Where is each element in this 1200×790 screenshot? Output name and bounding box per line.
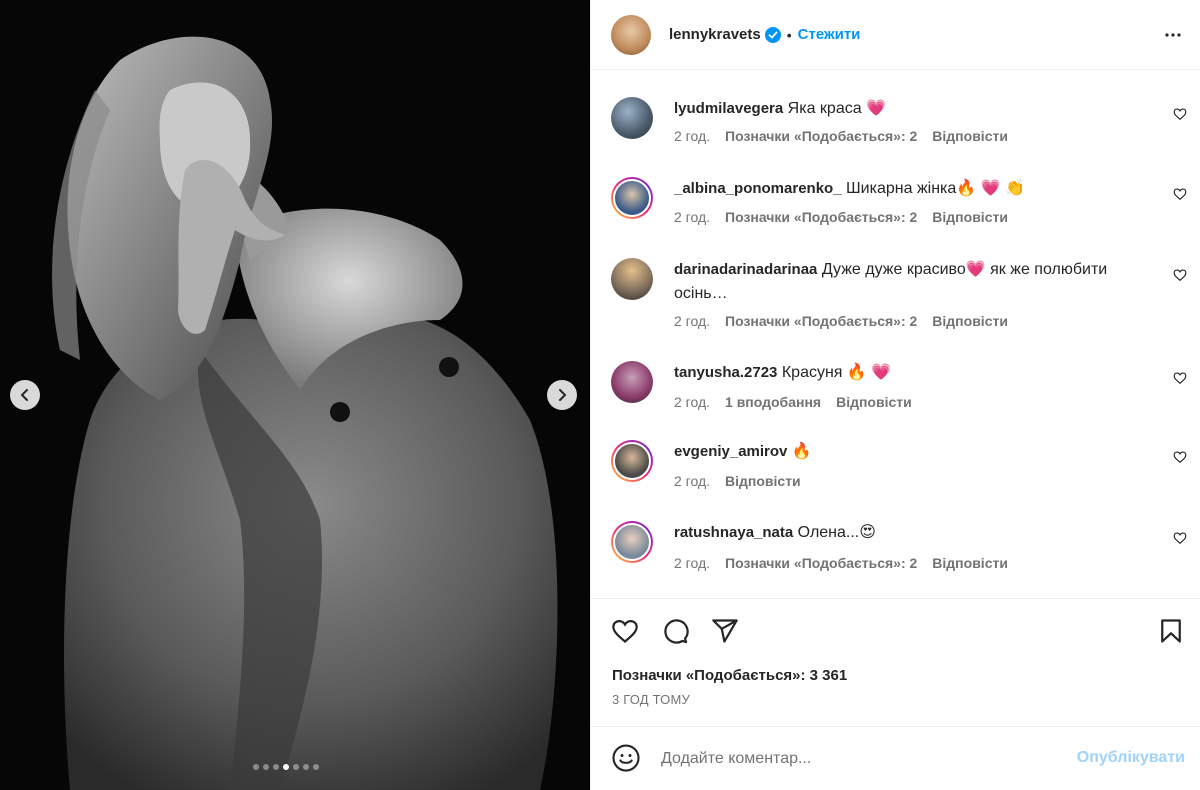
heart-icon[interactable] — [1173, 371, 1187, 390]
avatar[interactable] — [611, 14, 651, 55]
avatar[interactable] — [611, 177, 653, 219]
heart-icon[interactable] — [1173, 450, 1187, 469]
bookmark-icon[interactable] — [1157, 617, 1185, 650]
heart-icon[interactable] — [611, 617, 639, 650]
comment-username[interactable]: evgeniy_amirov — [674, 443, 787, 460]
comment-text-row: darinadarinadarinaa Дуже дуже красиво💗 я… — [674, 258, 1154, 306]
carousel-dot — [313, 764, 319, 770]
comment-username[interactable]: tanyusha.2723 — [674, 364, 777, 381]
list-item: ratushnaya_nata Олена...😍 2 год. Позначк… — [591, 521, 1200, 591]
comment-likes[interactable]: Позначки «Подобається»: 2 — [725, 128, 917, 144]
comment-likes[interactable]: Позначки «Подобається»: 2 — [725, 209, 917, 225]
comment-time: 2 год. — [674, 209, 711, 225]
comment-likes[interactable]: Позначки «Подобається»: 2 — [725, 555, 917, 571]
comment-input[interactable] — [659, 745, 1063, 773]
avatar[interactable] — [611, 440, 653, 482]
carousel-dot — [303, 764, 309, 770]
carousel-indicator — [253, 764, 319, 770]
post-comment-button[interactable]: Опублікувати — [1077, 749, 1185, 767]
comment-username[interactable]: darinadarinadarinaa — [674, 261, 817, 278]
list-item: evgeniy_amirov 🔥 2 год. Відповісти — [591, 440, 1200, 510]
comment-meta: 2 год. Відповісти — [674, 473, 801, 489]
reply-button[interactable]: Відповісти — [932, 313, 1008, 329]
emoji-icon[interactable] — [611, 743, 641, 778]
comment-likes[interactable]: Позначки «Подобається»: 2 — [725, 313, 917, 329]
avatar[interactable] — [611, 97, 653, 139]
reply-button[interactable]: Відповісти — [836, 394, 912, 410]
avatar[interactable] — [611, 361, 653, 403]
list-item: lyudmilavegera Яка краса 💗 2 год. Познач… — [591, 97, 1200, 167]
chevron-left-icon — [21, 389, 28, 401]
comment-meta: 2 год. Позначки «Подобається»: 2 Відпові… — [674, 128, 1008, 144]
chevron-right-icon — [559, 389, 566, 401]
heart-icon[interactable] — [1173, 187, 1187, 206]
avatar[interactable] — [611, 521, 653, 563]
post-time: 3 ГОД ТОМУ — [612, 692, 690, 707]
post-media[interactable] — [0, 0, 590, 790]
comment-text-row: _albina_ponomarenko_ Шикарна жінка🔥 💗 👏 — [674, 177, 1154, 201]
carousel-dot — [253, 764, 259, 770]
carousel-dot — [293, 764, 299, 770]
comment-username[interactable]: lyudmilavegera — [674, 100, 783, 117]
comments-list[interactable]: lyudmilavegera Яка краса 💗 2 год. Познач… — [591, 71, 1200, 598]
follow-button[interactable]: Стежити — [798, 26, 861, 43]
carousel-dot-active — [283, 764, 289, 770]
comment-time: 2 год. — [674, 394, 711, 410]
carousel-next-button[interactable] — [547, 380, 577, 410]
comment-meta: 2 год. Позначки «Подобається»: 2 Відпові… — [674, 313, 1008, 329]
comment-time: 2 год. — [674, 128, 711, 144]
list-item: tanyusha.2723 Красуня 🔥 💗 2 год. 1 вподо… — [591, 361, 1200, 431]
likes-count[interactable]: Позначки «Подобається»: 3 361 — [612, 667, 847, 684]
comment-username[interactable]: ratushnaya_nata — [674, 524, 793, 541]
header-separator: • — [786, 26, 792, 43]
comment-time: 2 год. — [674, 473, 711, 489]
comment-composer: Опублікувати — [591, 726, 1200, 790]
list-item: darinadarinadarinaa Дуже дуже красиво💗 я… — [591, 258, 1200, 348]
comment-meta: 2 год. Позначки «Подобається»: 2 Відпові… — [674, 555, 1008, 571]
verified-icon — [764, 26, 781, 43]
post-photo — [0, 0, 590, 790]
author-username[interactable]: lennykravets — [669, 26, 761, 43]
comment-text: Красуня 🔥 💗 — [781, 364, 892, 381]
avatar[interactable] — [611, 258, 653, 300]
post-header: lennykravets • Стежити — [591, 0, 1200, 70]
comment-text: Шикарна жінка🔥 💗 👏 — [846, 180, 1025, 197]
carousel-dot — [273, 764, 279, 770]
comment-username[interactable]: _albina_ponomarenko_ — [674, 180, 842, 197]
carousel-dot — [263, 764, 269, 770]
post-actions — [591, 598, 1200, 659]
comment-time: 2 год. — [674, 313, 711, 329]
comment-text-row: ratushnaya_nata Олена...😍 — [674, 521, 1154, 545]
reply-button[interactable]: Відповісти — [932, 555, 1008, 571]
heart-icon[interactable] — [1173, 268, 1187, 287]
reply-button[interactable]: Відповісти — [932, 209, 1008, 225]
share-icon[interactable] — [711, 617, 739, 650]
comment-text-row: lyudmilavegera Яка краса 💗 — [674, 97, 1154, 121]
comment-text-row: evgeniy_amirov 🔥 — [674, 440, 1154, 464]
more-icon[interactable] — [1161, 23, 1185, 47]
comment-text: Яка краса 💗 — [787, 100, 886, 117]
comment-text: Олена...😍 — [797, 524, 876, 541]
comment-text-row: tanyusha.2723 Красуня 🔥 💗 — [674, 361, 1154, 385]
comment-time: 2 год. — [674, 555, 711, 571]
comment-icon[interactable] — [661, 617, 689, 650]
comment-meta: 2 год. Позначки «Подобається»: 2 Відпові… — [674, 209, 1008, 225]
reply-button[interactable]: Відповісти — [932, 128, 1008, 144]
post-side-panel: lennykravets • Стежити lyudmilavegera Як… — [590, 0, 1200, 790]
comment-likes[interactable]: 1 вподобання — [725, 394, 821, 410]
comment-meta: 2 год. 1 вподобання Відповісти — [674, 394, 912, 410]
heart-icon[interactable] — [1173, 531, 1187, 550]
heart-icon[interactable] — [1173, 107, 1187, 126]
comment-text: 🔥 — [791, 443, 812, 460]
reply-button[interactable]: Відповісти — [725, 473, 801, 489]
carousel-prev-button[interactable] — [10, 380, 40, 410]
list-item: _albina_ponomarenko_ Шикарна жінка🔥 💗 👏 … — [591, 177, 1200, 247]
